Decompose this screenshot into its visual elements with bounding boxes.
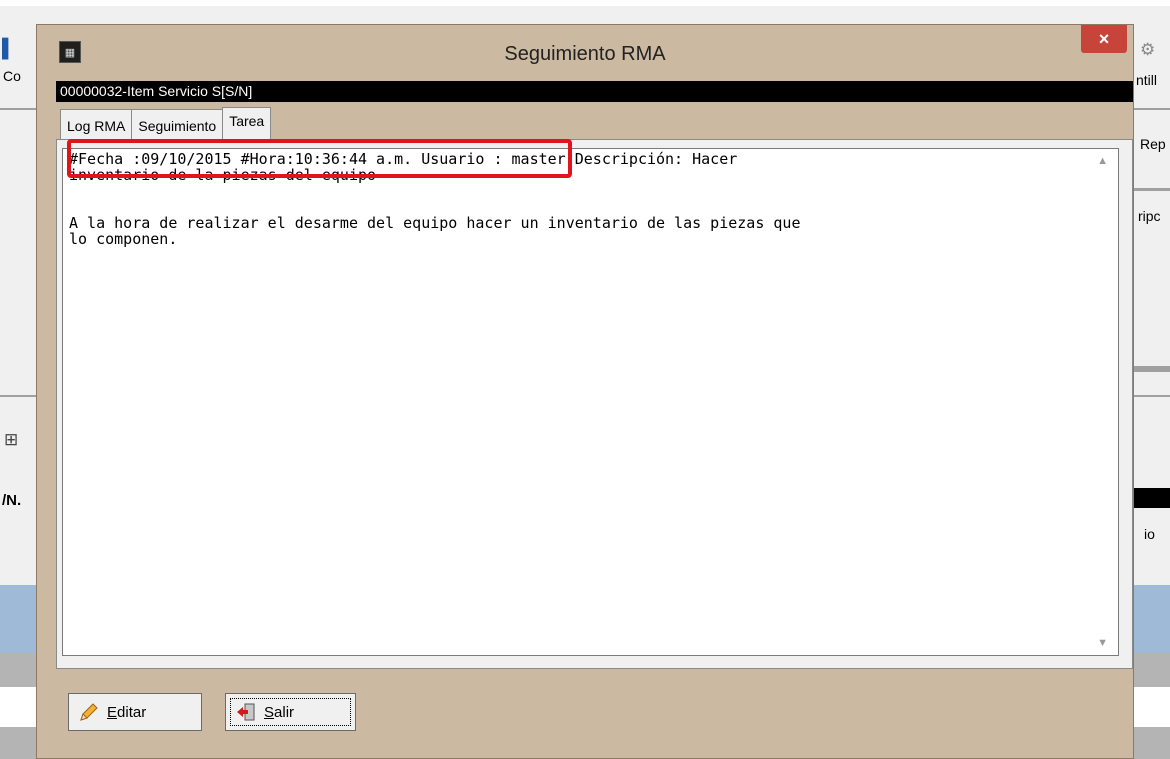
tab-strip: Log RMA Seguimiento Tarea <box>60 107 272 139</box>
scroll-up-icon[interactable]: ▲ <box>1097 155 1108 167</box>
close-button[interactable]: × <box>1081 25 1127 53</box>
background-tool-icon[interactable]: ⊞ <box>4 430 18 450</box>
exit-door-icon <box>236 702 256 722</box>
item-header: 00000032-Item Servicio S[S/N] <box>56 81 1133 102</box>
tab-tarea[interactable]: Tarea <box>222 107 272 139</box>
background-marker-icon: ▌ <box>2 38 15 58</box>
tab-panel: #Fecha :09/10/2015 #Hora:10:36:44 a.m. U… <box>56 139 1133 669</box>
background-template-icon[interactable]: ⚙ <box>1140 40 1155 60</box>
edit-button[interactable]: Editar <box>68 693 202 731</box>
annotation-highlight-box <box>67 139 572 178</box>
background-label: ripc <box>1138 208 1161 224</box>
background-label: /N. <box>2 492 22 509</box>
edit-button-label: Editar <box>107 703 147 721</box>
background-top-band <box>0 0 1170 6</box>
exit-button[interactable]: Salir <box>225 693 356 731</box>
pencil-icon <box>79 702 99 722</box>
background-label: ntill <box>1136 72 1158 88</box>
tab-seguimiento[interactable]: Seguimiento <box>131 109 224 139</box>
title-bar[interactable]: ▦ Seguimiento RMA × <box>37 25 1133 81</box>
task-memo[interactable]: #Fecha :09/10/2015 #Hora:10:36:44 a.m. U… <box>62 148 1119 656</box>
tab-log-rma[interactable]: Log RMA <box>60 109 133 139</box>
scroll-down-icon[interactable]: ▼ <box>1097 637 1108 649</box>
background-label: Rep <box>1140 136 1166 152</box>
background-label: io <box>1144 526 1155 542</box>
background-label: Co <box>3 68 21 84</box>
seguimiento-rma-dialog: ▦ Seguimiento RMA × 00000032-Item Servic… <box>36 24 1134 759</box>
dialog-title: Seguimiento RMA <box>504 43 666 65</box>
background-header-bar <box>1134 488 1170 508</box>
exit-button-label: Salir <box>264 703 295 721</box>
button-bar: Editar Salir <box>56 675 1133 735</box>
